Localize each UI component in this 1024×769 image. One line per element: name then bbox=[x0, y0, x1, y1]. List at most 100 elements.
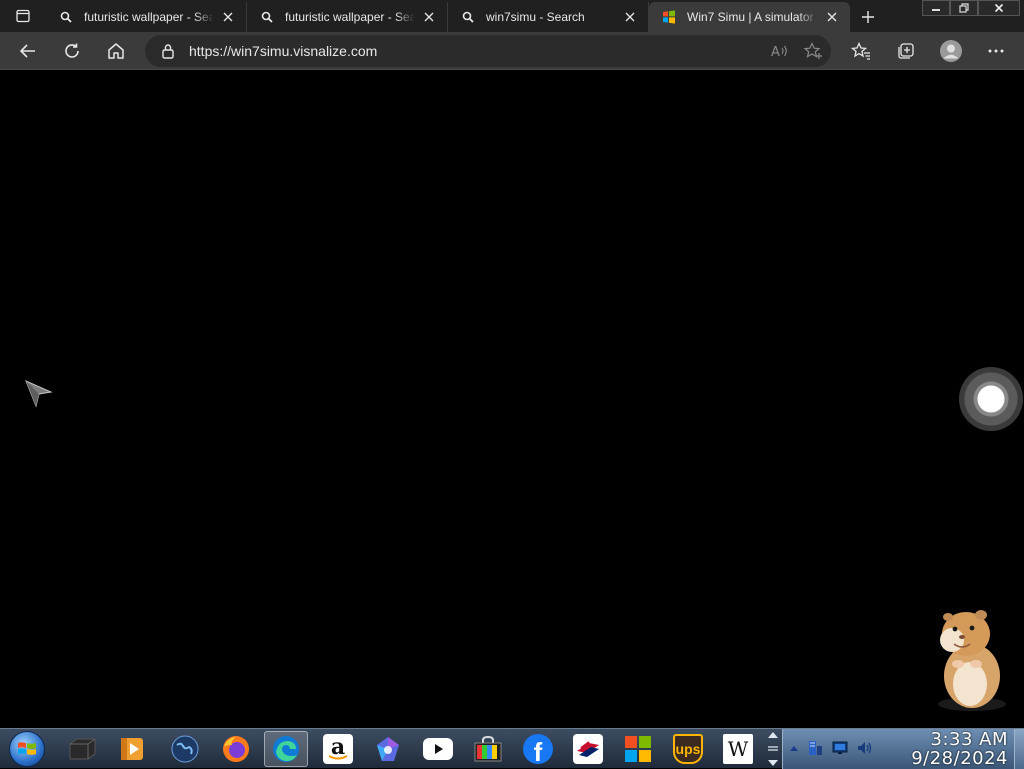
taskbar: a f ups W 3:33 AM 9/28/2024 bbox=[0, 728, 1024, 769]
taskbar-media-player[interactable] bbox=[110, 731, 154, 767]
arrow-left-icon bbox=[19, 43, 35, 58]
back-button[interactable] bbox=[6, 33, 50, 69]
media-player-icon bbox=[117, 734, 147, 764]
close-icon bbox=[223, 12, 233, 22]
tab-actions-button[interactable] bbox=[0, 0, 46, 32]
close-icon bbox=[827, 12, 837, 22]
tab-actions-icon bbox=[16, 9, 30, 23]
new-tab-button[interactable] bbox=[850, 2, 886, 32]
taskbar-store[interactable] bbox=[466, 731, 510, 767]
taskbar-youtube[interactable] bbox=[416, 731, 460, 767]
taskbar-scroll bbox=[765, 731, 781, 767]
favorites-button[interactable] bbox=[838, 33, 883, 69]
tab-close-button[interactable] bbox=[622, 9, 638, 25]
tab-3-active[interactable]: Win7 Simu | A simulator of Windows 7 bbox=[649, 2, 850, 32]
assistive-touch-button[interactable] bbox=[959, 367, 1023, 431]
start-button[interactable] bbox=[5, 730, 49, 768]
taskbar-clock[interactable]: 3:33 AM 9/28/2024 bbox=[911, 730, 1008, 768]
tab-0[interactable]: futuristic wallpaper - Search bbox=[46, 2, 247, 32]
search-icon bbox=[460, 9, 476, 25]
cursor-pointer-icon bbox=[25, 380, 53, 408]
taskbar-bank-of-america[interactable] bbox=[566, 731, 610, 767]
restore-icon bbox=[959, 3, 969, 13]
system-tray: 3:33 AM 9/28/2024 bbox=[782, 729, 1024, 769]
taskbar-amazon[interactable]: a bbox=[316, 731, 360, 767]
amazon-icon: a bbox=[323, 734, 353, 764]
ups-label: ups bbox=[675, 741, 701, 757]
win7simu-favicon-icon bbox=[661, 9, 677, 25]
tab-title: futuristic wallpaper - Search bbox=[84, 10, 214, 24]
tab-title: Win7 Simu | A simulator of Windows 7 bbox=[687, 10, 818, 24]
favorites-icon bbox=[850, 42, 870, 60]
window-controls bbox=[922, 0, 1020, 16]
refresh-icon bbox=[65, 43, 79, 58]
profile-button[interactable] bbox=[928, 33, 973, 69]
clock-date: 9/28/2024 bbox=[911, 748, 1008, 769]
taskbar-facebook[interactable]: f bbox=[516, 731, 560, 767]
collections-icon bbox=[897, 43, 914, 59]
microsoft-icon bbox=[623, 734, 653, 764]
read-aloud-icon[interactable]: A bbox=[771, 43, 789, 59]
store-icon bbox=[473, 734, 503, 764]
avatar-icon bbox=[939, 40, 962, 62]
address-actions: A bbox=[757, 35, 823, 67]
lock-icon bbox=[161, 43, 175, 59]
restore-button[interactable] bbox=[950, 0, 978, 16]
search-icon bbox=[58, 9, 74, 25]
home-icon bbox=[108, 42, 124, 59]
bank-of-america-icon bbox=[573, 734, 603, 764]
taskbar-edge[interactable] bbox=[264, 731, 308, 767]
taskbar-firefox[interactable] bbox=[214, 731, 258, 767]
globe-icon bbox=[170, 734, 200, 764]
tab-title: win7simu - Search bbox=[486, 10, 585, 24]
show-hidden-icons-icon[interactable] bbox=[789, 743, 799, 753]
taskbar-bing-copilot[interactable] bbox=[366, 731, 410, 767]
close-window-button[interactable] bbox=[978, 0, 1020, 16]
clock-time: 3:33 AM bbox=[930, 729, 1008, 750]
tray-icons bbox=[789, 739, 881, 757]
facebook-label: f bbox=[533, 737, 543, 764]
search-icon bbox=[259, 9, 275, 25]
minimize-button[interactable] bbox=[922, 0, 950, 16]
tab-title: futuristic wallpaper - Search bbox=[285, 10, 415, 24]
action-center-icon[interactable] bbox=[806, 739, 824, 757]
address-url: https://win7simu.visnalize.com bbox=[189, 43, 378, 59]
ups-icon: ups bbox=[673, 734, 703, 764]
browser-toolbar: https://win7simu.visnalize.com A bbox=[0, 32, 1024, 70]
tab-strip: futuristic wallpaper - Search futuristic… bbox=[0, 0, 1024, 32]
taskbar-microsoft[interactable] bbox=[616, 731, 660, 767]
close-icon bbox=[994, 3, 1004, 13]
home-button[interactable] bbox=[94, 33, 138, 69]
tab-close-button[interactable] bbox=[824, 9, 840, 25]
chevron-down-icon[interactable] bbox=[767, 759, 779, 767]
minimize-icon bbox=[932, 9, 940, 11]
windows-logo-icon bbox=[9, 731, 45, 767]
taskbar-wikipedia[interactable]: W bbox=[716, 731, 760, 767]
hamster-image-icon bbox=[938, 610, 1006, 711]
wikipedia-label: W bbox=[727, 737, 749, 761]
tab-1[interactable]: futuristic wallpaper - Search bbox=[247, 2, 448, 32]
close-icon bbox=[625, 12, 635, 22]
chevron-up-icon[interactable] bbox=[767, 731, 779, 739]
volume-icon[interactable] bbox=[856, 740, 874, 756]
taskbar-globe[interactable] bbox=[163, 731, 207, 767]
refresh-button[interactable] bbox=[50, 33, 94, 69]
edge-icon bbox=[271, 734, 301, 764]
collections-button[interactable] bbox=[883, 33, 928, 69]
facebook-icon: f bbox=[523, 734, 553, 764]
tab-close-button[interactable] bbox=[220, 9, 236, 25]
network-monitor-icon[interactable] bbox=[831, 740, 849, 756]
taskbar-ups[interactable]: ups bbox=[666, 731, 710, 767]
tab-close-button[interactable] bbox=[421, 9, 437, 25]
plus-icon bbox=[862, 11, 874, 23]
address-bar[interactable]: https://win7simu.visnalize.com A bbox=[145, 35, 831, 67]
show-desktop-button[interactable] bbox=[1014, 729, 1024, 769]
terminal-icon bbox=[67, 734, 97, 764]
settings-menu-button[interactable] bbox=[973, 33, 1018, 69]
add-favorite-icon[interactable] bbox=[803, 42, 823, 60]
tab-2[interactable]: win7simu - Search bbox=[448, 2, 649, 32]
grip-icon bbox=[768, 746, 778, 751]
copilot-icon bbox=[373, 734, 403, 764]
page-viewport[interactable] bbox=[0, 71, 1024, 728]
taskbar-terminal[interactable] bbox=[60, 731, 104, 767]
